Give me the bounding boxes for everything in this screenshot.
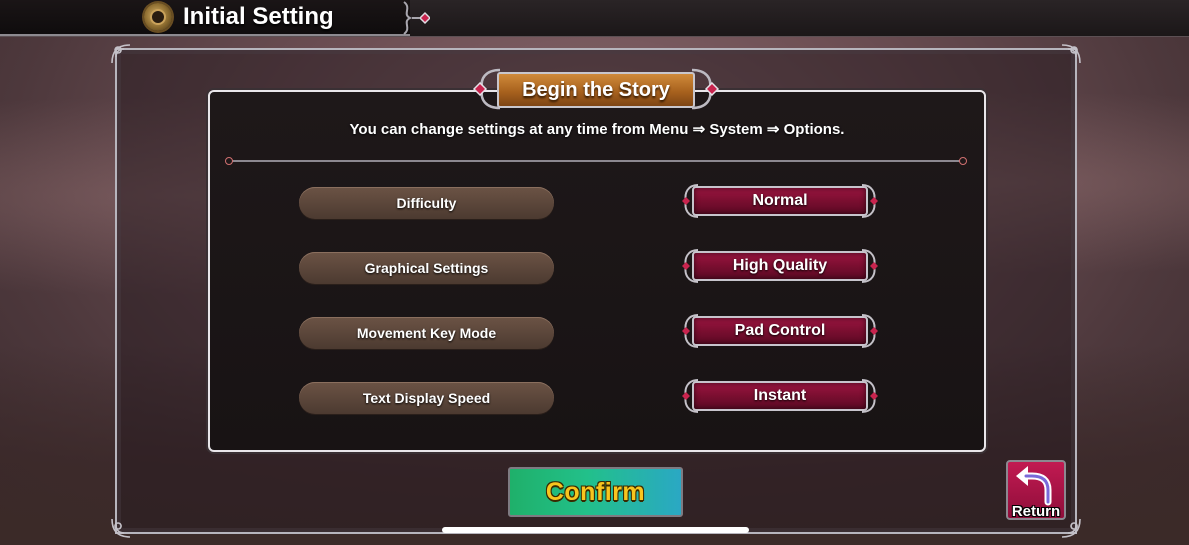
frame-corner-ornament-icon: [111, 44, 131, 64]
top-header-bar: Initial Setting: [0, 0, 1189, 37]
header-ornament-icon: [403, 1, 430, 35]
title-plate-right-ornament-icon: [691, 68, 720, 110]
frame-corner-ornament-icon: [111, 518, 131, 538]
selector-right-ornament-icon: [861, 184, 878, 218]
text-display-speed-selector[interactable]: Instant: [680, 378, 880, 414]
panel-title-plate: Begin the Story: [497, 72, 695, 108]
settings-hint-text: You can change settings at any time from…: [349, 121, 845, 138]
difficulty-value: Normal: [692, 186, 868, 216]
setting-label-difficulty: Difficulty: [299, 187, 554, 219]
graphical-settings-selector[interactable]: High Quality: [680, 248, 880, 284]
selector-right-ornament-icon: [861, 379, 878, 413]
page-title: Initial Setting: [183, 3, 334, 30]
movement-key-mode-selector[interactable]: Pad Control: [680, 313, 880, 349]
setting-label-graphical-settings: Graphical Settings: [299, 252, 554, 284]
divider-endpoint: [225, 157, 233, 165]
confirm-button[interactable]: Confirm: [508, 467, 683, 517]
setting-label-movement-key-mode: Movement Key Mode: [299, 317, 554, 349]
divider-line: [229, 160, 963, 162]
frame-corner-ornament-icon: [1061, 44, 1081, 64]
return-label[interactable]: Return: [1000, 503, 1072, 520]
text-display-speed-value: Instant: [692, 381, 868, 411]
home-indicator[interactable]: [442, 527, 749, 533]
confirm-label: Confirm: [545, 477, 646, 506]
selector-right-ornament-icon: [861, 249, 878, 283]
setting-label-text-display-speed: Text Display Speed: [299, 382, 554, 414]
movement-key-mode-value: Pad Control: [692, 316, 868, 346]
difficulty-selector[interactable]: Normal: [680, 183, 880, 219]
frame-corner-ornament-icon: [1061, 518, 1081, 538]
clock-gear-emblem-icon: [144, 3, 172, 31]
graphical-settings-value: High Quality: [692, 251, 868, 281]
divider-endpoint: [959, 157, 967, 165]
panel-title: Begin the Story: [522, 78, 670, 101]
selector-right-ornament-icon: [861, 314, 878, 348]
